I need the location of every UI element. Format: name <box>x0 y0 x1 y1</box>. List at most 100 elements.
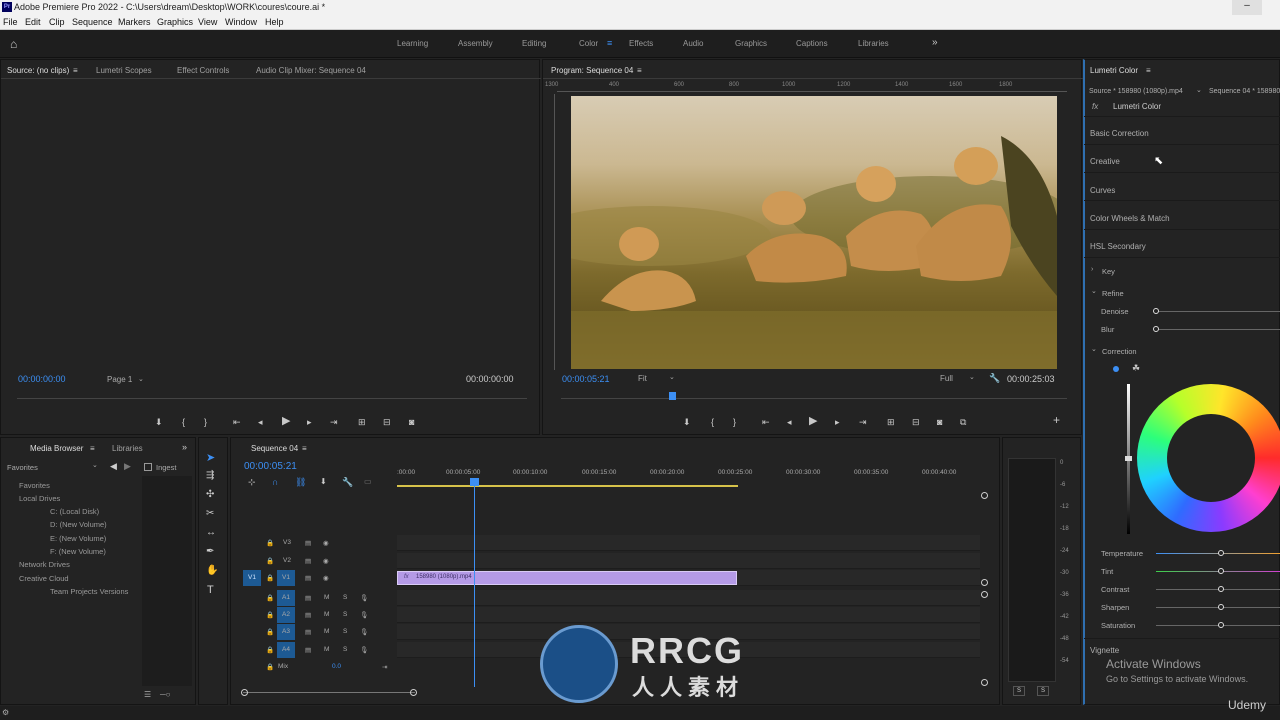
chevron-down-icon[interactable]: ⌄ <box>969 373 975 381</box>
tree-creative-cloud[interactable]: Creative Cloud <box>19 574 69 583</box>
mix-value[interactable]: 0.0 <box>332 663 341 670</box>
more-panels-icon[interactable]: » <box>182 442 187 452</box>
lane-a1[interactable] <box>397 590 980 606</box>
tree-f-drive[interactable]: F: (New Volume) <box>50 547 106 556</box>
chevron-down-icon[interactable]: ⌄ <box>1091 345 1097 353</box>
pen-tool-icon[interactable]: ✒ <box>206 546 214 557</box>
insert-icon[interactable]: ⊞ <box>358 418 366 427</box>
nest-icon[interactable]: ⊹ <box>248 477 256 488</box>
scroll-handle-right[interactable] <box>410 689 417 696</box>
track-name[interactable]: A2 <box>277 607 295 623</box>
section-basic-correction[interactable]: Basic Correction <box>1090 129 1149 138</box>
timeline-timecode[interactable]: 00:00:05:21 <box>244 461 297 472</box>
tint-slider[interactable] <box>1156 568 1280 574</box>
microphone-icon[interactable]: 🎙 <box>360 628 368 636</box>
razor-tool-icon[interactable]: ✂ <box>206 508 214 519</box>
denoise-slider[interactable] <box>1153 308 1280 314</box>
add-marker-icon[interactable]: ⬇ <box>320 477 327 486</box>
extract-icon[interactable]: ⊟ <box>912 418 920 427</box>
chevron-down-icon[interactable]: ⌄ <box>1091 287 1097 295</box>
mute-button[interactable]: M <box>324 611 329 618</box>
captions-icon[interactable]: ▭ <box>364 477 372 486</box>
workspace-effects[interactable]: Effects <box>629 39 653 48</box>
menu-file[interactable]: File <box>3 17 18 27</box>
solo-right-button[interactable]: S <box>1037 686 1049 696</box>
slip-tool-icon[interactable]: ↔ <box>206 527 216 538</box>
back-arrow-icon[interactable]: ◀ <box>110 461 117 472</box>
sync-icon[interactable]: ▤ <box>305 594 311 602</box>
playhead-handle[interactable] <box>470 478 479 486</box>
favorites-dropdown[interactable]: Favorites <box>7 463 38 472</box>
tree-team-projects[interactable]: Team Projects Versions <box>50 587 128 596</box>
selection-tool-icon[interactable]: ➤ <box>206 451 215 464</box>
track-name[interactable]: A3 <box>277 624 295 640</box>
mark-in-icon[interactable]: { <box>711 418 714 427</box>
ripple-edit-tool-icon[interactable]: ✣ <box>206 489 214 500</box>
forward-arrow-icon[interactable]: ▶ <box>124 461 131 472</box>
tree-e-drive[interactable]: E: (New Volume) <box>50 534 106 543</box>
linked-selection-icon[interactable]: ⛓ <box>295 477 306 488</box>
sync-icon[interactable]: ▤ <box>305 611 311 619</box>
program-playhead-timecode[interactable]: 00:00:05:21 <box>562 374 610 384</box>
vertical-scroll-handle[interactable] <box>981 492 988 499</box>
step-forward-icon[interactable]: ▸ <box>307 418 312 427</box>
go-to-in-icon[interactable]: ⇤ <box>233 418 241 427</box>
go-to-out-icon[interactable]: ⇥ <box>330 418 338 427</box>
section-hsl-secondary[interactable]: HSL Secondary <box>1090 242 1146 251</box>
track-name[interactable]: A4 <box>277 642 295 658</box>
vertical-scroll-handle[interactable] <box>981 679 988 686</box>
menu-window[interactable]: Window <box>225 17 257 27</box>
camera-icon[interactable]: ◙ <box>409 418 414 427</box>
tree-c-drive[interactable]: C: (Local Disk) <box>50 507 99 516</box>
track-name[interactable]: A1 <box>277 590 295 606</box>
sync-icon[interactable]: ▤ <box>305 574 311 582</box>
timeline-menu-icon[interactable]: ≡ <box>302 444 307 453</box>
list-view-icon[interactable]: ☰ <box>144 690 151 699</box>
eye-icon[interactable]: ◉ <box>323 539 329 547</box>
chevron-down-icon[interactable]: ⌄ <box>138 375 144 383</box>
sync-icon[interactable]: ▤ <box>305 646 311 654</box>
lumetri-menu-icon[interactable]: ≡ <box>1146 66 1151 75</box>
microphone-icon[interactable]: 🎙 <box>360 611 368 619</box>
solo-button[interactable]: S <box>343 646 347 653</box>
video-clip[interactable]: fx 158980 (1080p).mp4 <box>397 571 737 585</box>
tab-source[interactable]: Source: (no clips) <box>7 66 69 75</box>
solo-button[interactable]: S <box>343 628 347 635</box>
step-back-icon[interactable]: ◂ <box>258 418 263 427</box>
lane-v3[interactable] <box>397 535 980 551</box>
section-vignette[interactable]: Vignette <box>1090 646 1119 655</box>
step-forward-icon[interactable]: ▸ <box>835 418 840 427</box>
luma-slider[interactable] <box>1125 384 1132 534</box>
menu-view[interactable]: View <box>198 17 217 27</box>
source-patch-v1[interactable]: V1 <box>243 570 261 586</box>
lock-icon[interactable]: 🔒 <box>266 574 274 582</box>
zoom-dropdown[interactable]: Fit <box>638 374 647 383</box>
source-menu-icon[interactable]: ≡ <box>73 66 78 75</box>
lock-icon[interactable]: 🔒 <box>266 594 274 602</box>
tree-favorites[interactable]: Favorites <box>19 481 50 490</box>
program-menu-icon[interactable]: ≡ <box>637 66 642 75</box>
ingest-checkbox[interactable] <box>144 463 152 471</box>
lumetri-source-dropdown[interactable]: Source * 158980 (1080p).mp4 <box>1089 88 1183 95</box>
workspace-audio[interactable]: Audio <box>683 39 703 48</box>
temperature-slider[interactable] <box>1156 550 1280 556</box>
chevron-down-icon[interactable]: ⌄ <box>1196 86 1202 94</box>
wrench-icon[interactable]: 🔧 <box>989 373 1000 384</box>
snap-icon[interactable]: ∩ <box>272 477 278 487</box>
sharpen-slider[interactable] <box>1156 604 1280 610</box>
work-area-bar[interactable] <box>397 485 738 487</box>
tab-effect-controls[interactable]: Effect Controls <box>177 66 229 75</box>
compare-icon[interactable]: ⧉ <box>960 418 966 427</box>
section-curves[interactable]: Curves <box>1090 186 1115 195</box>
track-select-tool-icon[interactable]: ⇶ <box>206 470 214 481</box>
timeline-ruler[interactable]: :00:00 00:00:05:00 00:00:10:00 00:00:15:… <box>397 466 980 488</box>
menu-clip[interactable]: Clip <box>49 17 65 27</box>
add-button-icon[interactable]: + <box>1053 414 1060 426</box>
mark-out-icon[interactable]: } <box>204 418 207 427</box>
workspace-color[interactable]: Color <box>579 39 598 48</box>
tab-libraries[interactable]: Libraries <box>112 444 143 453</box>
camera-icon[interactable]: ◙ <box>937 418 942 427</box>
sync-icon[interactable]: ▤ <box>305 628 311 636</box>
add-marker-icon[interactable]: ⬇ <box>155 418 163 427</box>
menu-markers[interactable]: Markers <box>118 17 151 27</box>
